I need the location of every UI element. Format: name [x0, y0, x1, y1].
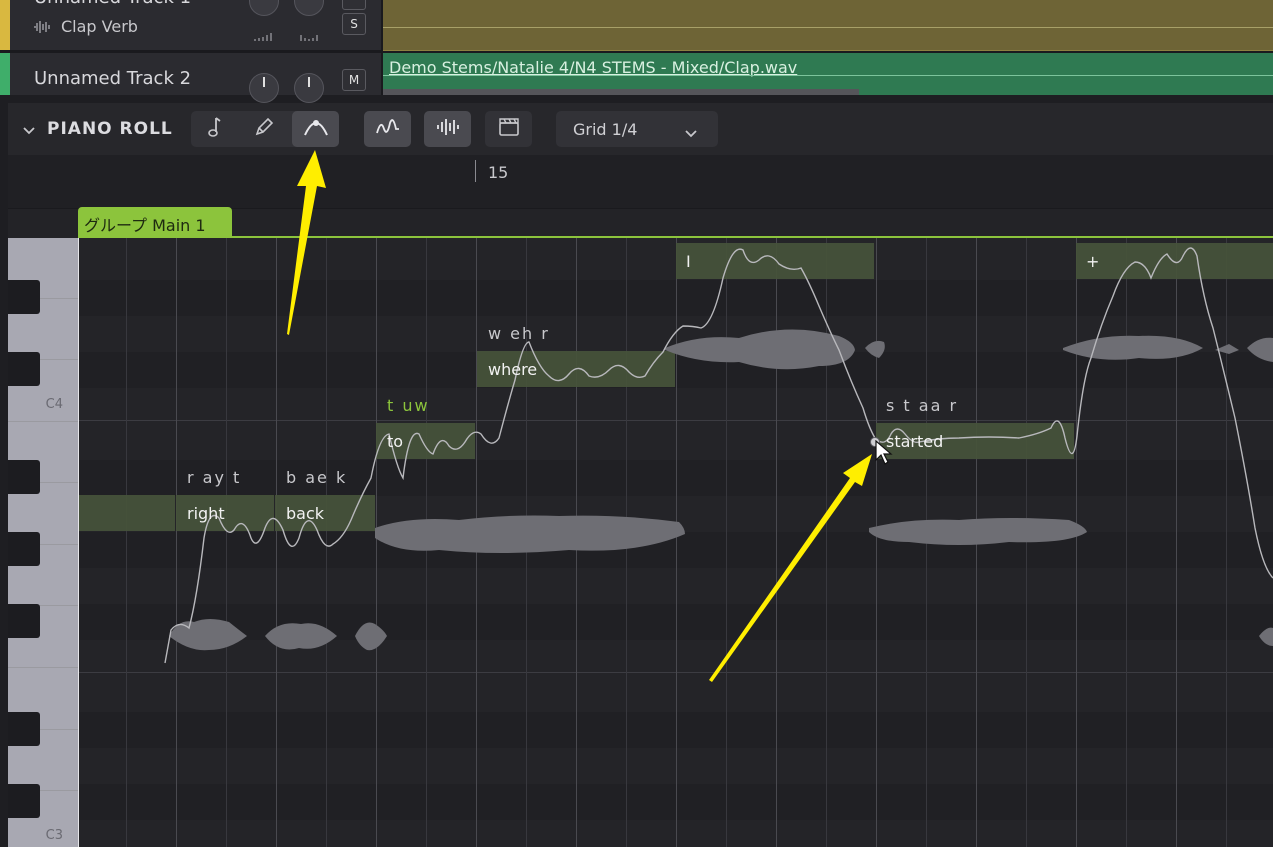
- arrow-to-tool-icon: [287, 150, 326, 335]
- arrow-to-control-point-icon: [709, 454, 872, 682]
- annotation-arrows: [287, 150, 872, 682]
